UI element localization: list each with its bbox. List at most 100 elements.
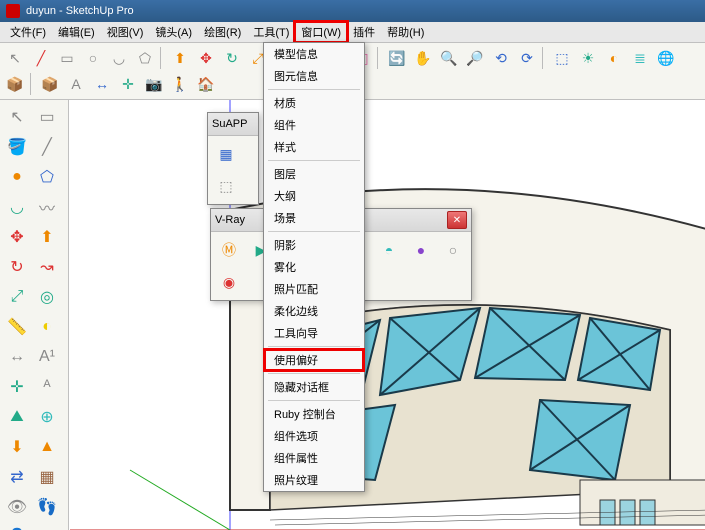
- circle-tool-icon[interactable]: ●: [4, 164, 30, 190]
- viewport-3d[interactable]: [70, 100, 705, 530]
- vray-help-icon[interactable]: ◉: [216, 269, 242, 295]
- menu-shadows[interactable]: 阴影: [264, 234, 364, 256]
- 3dtext-icon[interactable]: ᴬ: [34, 374, 60, 400]
- window-menu-dropdown: 模型信息 图元信息 材质 组件 样式 图层 大纲 场景 阴影 雾化 照片匹配 柔…: [263, 42, 365, 492]
- menu-fog[interactable]: 雾化: [264, 256, 364, 278]
- menu-preferences[interactable]: 使用偏好: [264, 349, 364, 371]
- shadows-icon[interactable]: ☀: [576, 46, 600, 70]
- menu-hide-dialogs[interactable]: 隐藏对话框: [264, 376, 364, 398]
- menu-separator: [268, 89, 360, 90]
- menu-window[interactable]: 窗口(W): [295, 22, 347, 42]
- paint-tool-icon[interactable]: 🪣: [4, 134, 30, 160]
- menu-separator: [268, 373, 360, 374]
- menu-tools[interactable]: 工具(T): [247, 22, 295, 42]
- rect-icon[interactable]: ▭: [55, 46, 79, 70]
- flip-icon[interactable]: ⇄: [4, 464, 30, 490]
- menu-edit[interactable]: 编辑(E): [52, 22, 101, 42]
- dimension-icon[interactable]: ↔: [90, 72, 114, 96]
- axes-tool-icon[interactable]: ✛: [4, 374, 30, 400]
- menu-match-photo[interactable]: 照片匹配: [264, 278, 364, 300]
- camera-icon[interactable]: 📷: [142, 72, 166, 96]
- menu-materials[interactable]: 材质: [264, 92, 364, 114]
- menu-styles[interactable]: 样式: [264, 136, 364, 158]
- freehand-icon[interactable]: 〰: [34, 194, 60, 220]
- previous-icon[interactable]: ⟲: [489, 46, 513, 70]
- tape-tool-icon[interactable]: 📏: [4, 314, 30, 340]
- circle-icon[interactable]: ○: [81, 46, 105, 70]
- menu-draw[interactable]: 绘图(R): [198, 22, 247, 42]
- menu-plugins[interactable]: 插件: [347, 22, 381, 42]
- polygon-tool-icon[interactable]: ⬠: [34, 164, 60, 190]
- move-tool-icon[interactable]: ✥: [4, 224, 30, 250]
- menu-component-attributes[interactable]: 组件属性: [264, 447, 364, 469]
- close-icon[interactable]: ✕: [447, 211, 467, 229]
- push-icon[interactable]: ⬆: [168, 46, 192, 70]
- vray-dome-icon[interactable]: ◓: [376, 237, 402, 263]
- layers-icon[interactable]: ≣: [628, 46, 652, 70]
- walk-icon[interactable]: 🚶: [168, 72, 192, 96]
- menu-help[interactable]: 帮助(H): [381, 22, 430, 42]
- line-tool-icon[interactable]: ╱: [34, 134, 60, 160]
- warehouse-icon[interactable]: 📦: [3, 72, 27, 96]
- select-tool-icon[interactable]: ↖: [4, 104, 30, 130]
- follow-icon[interactable]: ↝: [34, 254, 60, 280]
- addDetail-icon[interactable]: ▲: [34, 434, 60, 460]
- section-icon[interactable]: ◐: [602, 46, 626, 70]
- smoove-icon[interactable]: ⛰: [4, 404, 30, 430]
- iso-icon[interactable]: ⬚: [550, 46, 574, 70]
- polygon-icon[interactable]: ⬠: [133, 46, 157, 70]
- menu-file[interactable]: 文件(F): [4, 22, 52, 42]
- menu-layers[interactable]: 图层: [264, 163, 364, 185]
- menu-ruby-console[interactable]: Ruby 控制台: [264, 403, 364, 425]
- rotate-tool-icon[interactable]: ↻: [4, 254, 30, 280]
- menu-scenes[interactable]: 场景: [264, 207, 364, 229]
- component-icon[interactable]: 📦: [38, 72, 62, 96]
- move-icon[interactable]: ✥: [194, 46, 218, 70]
- zoom-icon[interactable]: 🔍: [437, 46, 461, 70]
- rect-tool-icon[interactable]: ▭: [34, 104, 60, 130]
- menu-soften[interactable]: 柔化边线: [264, 300, 364, 322]
- zoom-extents-icon[interactable]: 🔎: [463, 46, 487, 70]
- walk-tool-icon[interactable]: 👁: [4, 494, 30, 520]
- push-tool-icon[interactable]: ⬆: [34, 224, 60, 250]
- googleearth-icon[interactable]: 🌐: [654, 46, 678, 70]
- look-icon[interactable]: 👣: [34, 494, 60, 520]
- sandbox-icon[interactable]: ▦: [34, 464, 60, 490]
- drape-icon[interactable]: ⬇: [4, 434, 30, 460]
- stamp-icon[interactable]: ⊕: [34, 404, 60, 430]
- axes-icon[interactable]: ✛: [116, 72, 140, 96]
- text-tool-icon[interactable]: A¹: [34, 344, 60, 370]
- text-icon[interactable]: A: [64, 72, 88, 96]
- menu-instructor[interactable]: 工具向导: [264, 322, 364, 344]
- protractor-icon[interactable]: ◐: [34, 314, 60, 340]
- menu-components[interactable]: 组件: [264, 114, 364, 136]
- menu-outliner[interactable]: 大纲: [264, 185, 364, 207]
- vray-render-icon[interactable]: Ⓜ: [216, 237, 242, 263]
- next-icon[interactable]: ⟳: [515, 46, 539, 70]
- menu-entity-info[interactable]: 图元信息: [264, 65, 364, 87]
- menu-component-options[interactable]: 组件选项: [264, 425, 364, 447]
- menu-photo-textures[interactable]: 照片纹理: [264, 469, 364, 491]
- suapp-tool-1-icon[interactable]: ▦: [213, 141, 239, 167]
- suapp-panel-header[interactable]: SuAPP: [208, 113, 258, 136]
- home-icon[interactable]: 🏠: [194, 72, 218, 96]
- orbit-icon[interactable]: 🔄: [385, 46, 409, 70]
- rotate-icon[interactable]: ↻: [220, 46, 244, 70]
- offset-tool-icon[interactable]: ◎: [34, 284, 60, 310]
- line-icon[interactable]: ╱: [29, 46, 53, 70]
- vray-material-icon[interactable]: ●: [408, 237, 434, 263]
- menu-model-info[interactable]: 模型信息: [264, 43, 364, 65]
- scale-tool-icon[interactable]: ⤢: [4, 284, 30, 310]
- arc-tool-icon[interactable]: ◡: [4, 194, 30, 220]
- suapp-panel[interactable]: SuAPP ▦ ⬚: [207, 112, 259, 205]
- dimension-tool-icon[interactable]: ↔: [4, 344, 30, 370]
- pan-icon[interactable]: ✋: [411, 46, 435, 70]
- menu-camera[interactable]: 镜头(A): [149, 22, 198, 42]
- suapp-tool-2-icon[interactable]: ⬚: [213, 173, 239, 199]
- section-tool-icon[interactable]: ◨: [34, 524, 60, 530]
- position-icon[interactable]: 👤: [4, 524, 30, 530]
- menu-view[interactable]: 视图(V): [101, 22, 150, 42]
- arc-icon[interactable]: ◡: [107, 46, 131, 70]
- vray-sphere-icon[interactable]: ○: [440, 237, 466, 263]
- select-icon[interactable]: ↖: [3, 46, 27, 70]
